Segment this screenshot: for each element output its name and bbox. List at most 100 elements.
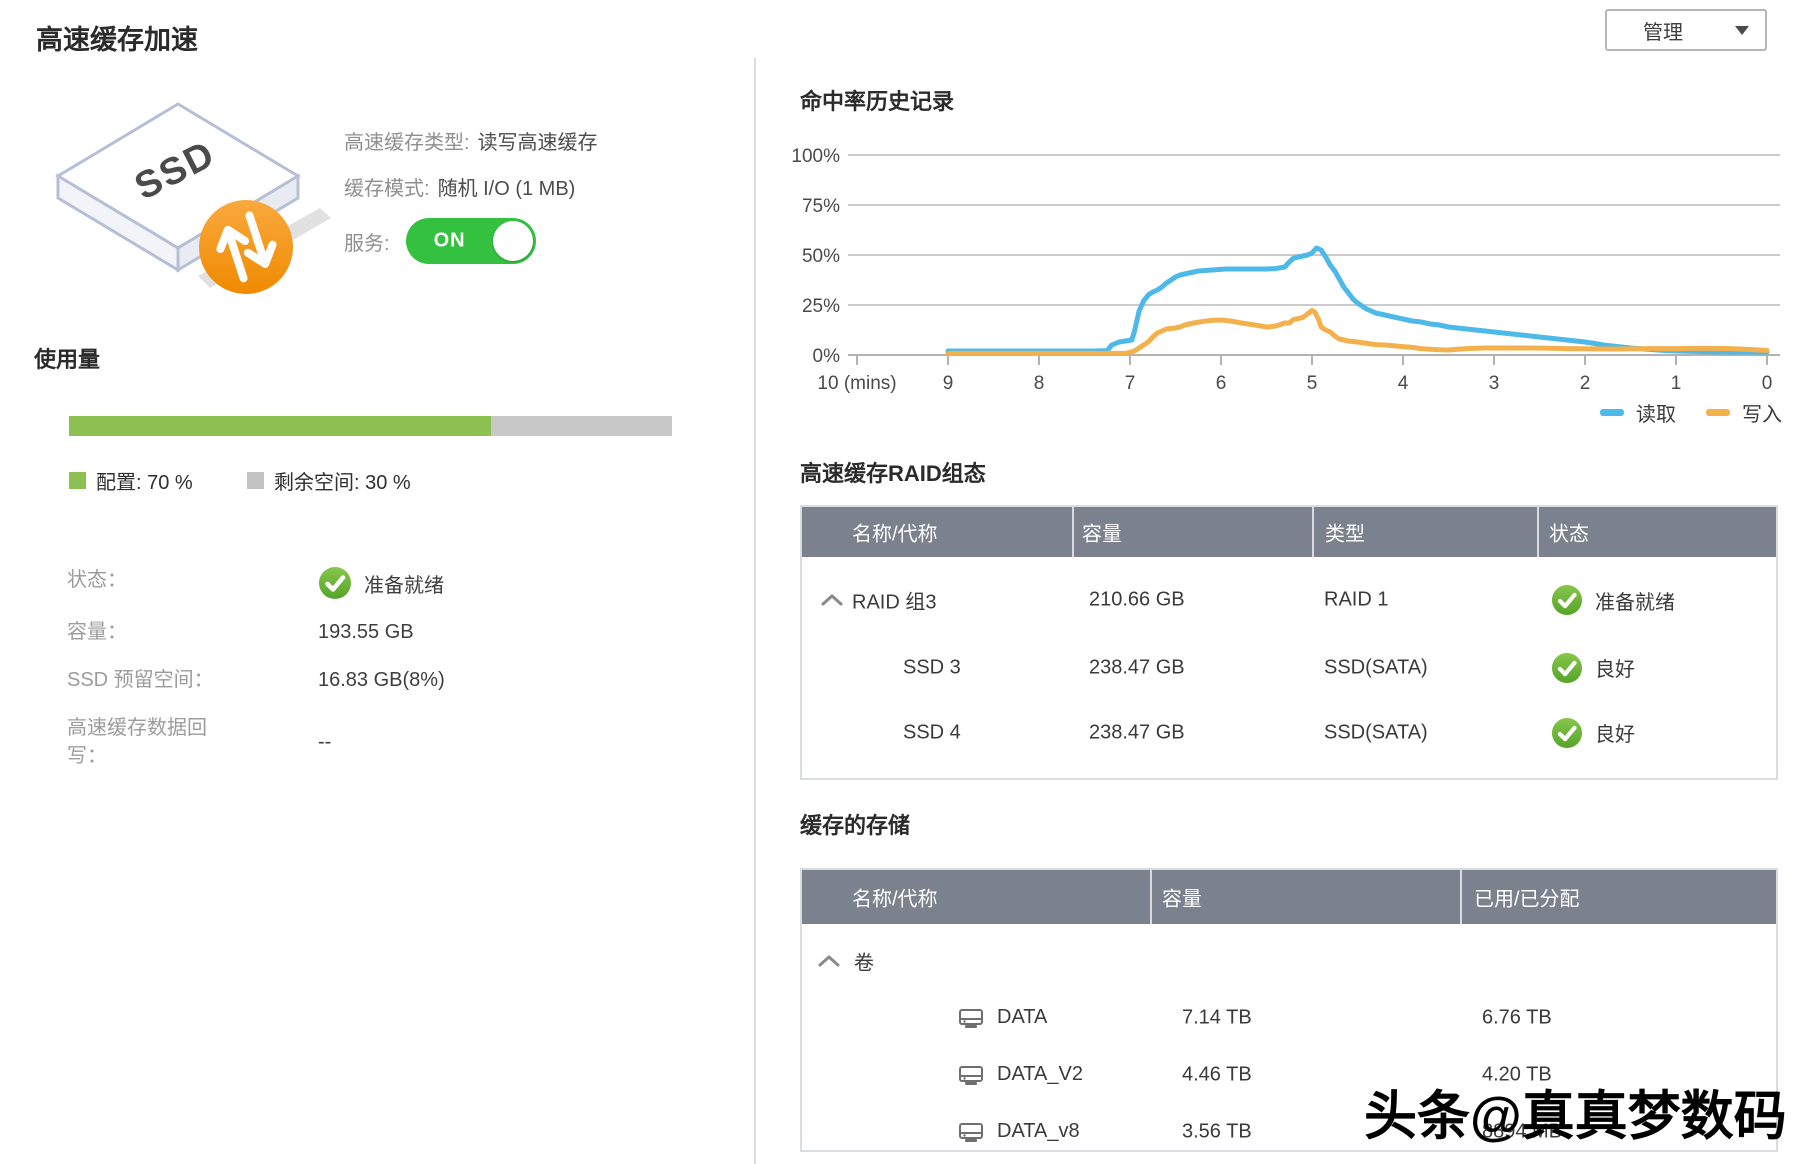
raid-section-title: 高速缓存RAID组态 [800,456,986,488]
header-divider [1072,507,1074,557]
volume-drive-icon [957,1006,985,1030]
legend-item: 写入 [1706,398,1782,427]
service-row: 服务: ON [344,218,536,264]
detail-label: 容量： [67,618,245,646]
x-axis-tick-label: 7 [1125,373,1136,394]
x-axis-tick-label: 0 [1762,373,1773,394]
table-row[interactable]: RAID 组3 210.66 GB RAID 1 准备就绪 [802,565,1776,635]
manage-button-label: 管理 [1643,16,1683,45]
detail-value-text: -- [318,731,331,754]
x-axis-tick-label: 1 [1671,373,1682,394]
caret-down-icon [1735,26,1749,35]
detail-row: SSD 预留空间：16.83 GB(8%) [67,666,445,694]
watermark-text: 头条@真真梦数码 [1364,1074,1787,1150]
legend-label: 写入 [1742,398,1782,427]
raid-capacity-cell: 238.47 GB [1089,721,1185,744]
table-row[interactable]: 卷 [802,932,1776,989]
column-header: 类型 [1325,518,1365,547]
x-axis-tick-label: 8 [1034,373,1045,394]
cache-mode-row: 缓存模式:随机 I/O (1 MB) [344,172,575,201]
raid-name-cell: SSD 3 [903,656,961,679]
series-line-写入 [948,310,1767,353]
detail-row: 容量： 193.55 GB [67,618,414,646]
raid-status-cell: 准备就绪 [1551,584,1675,616]
service-label: 服务: [344,227,390,256]
chart-title: 命中率历史记录 [800,84,954,116]
cache-acceleration-page: 高速缓存加速 管理 SSD 高速缓存类型:读写高速缓存 [0,0,1795,1164]
raid-type-cell: RAID 1 [1324,589,1388,612]
usage-section-title: 使用量 [34,342,100,374]
cache-type-value: 读写高速缓存 [478,132,598,154]
series-line-读取 [948,248,1767,352]
usage-progress-bar [69,416,672,436]
detail-row: 状态：准备就绪 [67,566,444,600]
table-row[interactable]: SSD 3238.47 GBSSD(SATA)良好 [802,635,1776,700]
detail-label: 高速缓存数据回写： [67,714,245,770]
configured-color-swatch [69,472,86,489]
volume-name-cell: DATA_V2 [957,1063,1083,1087]
legend-item: 读取 [1600,398,1676,427]
detail-value-text: 193.55 GB [318,621,414,644]
toggle-knob[interactable] [493,221,533,261]
detail-value-text: 准备就绪 [364,569,444,598]
row-expander[interactable] [817,954,841,968]
x-axis-tick-label: 6 [1216,373,1227,394]
raid-capacity-cell: 238.47 GB [1089,656,1185,679]
x-axis-tick-label: 9 [943,373,954,394]
group-name-cell: 卷 [854,946,874,975]
page-title: 高速缓存加速 [36,18,198,57]
y-axis-tick-label: 75% [802,196,840,217]
y-axis-tick-label: 0% [813,346,841,367]
chevron-up-icon[interactable] [817,954,841,968]
raid-name-cell: RAID 组3 [852,586,936,615]
column-header: 名称/代称 [852,518,938,547]
raid-capacity-cell: 210.66 GB [1089,589,1185,612]
legend-color-dash [1600,409,1624,416]
chart-legend: 读取 写入 [1420,398,1782,427]
chevron-up-icon[interactable] [820,593,844,607]
x-axis-tick-label: 3 [1489,373,1500,394]
ssd-cache-icon: SSD [28,90,338,305]
volume-capacity-cell: 7.14 TB [1182,1006,1252,1029]
row-expander[interactable] [820,593,844,607]
volume-name-text: DATA_V2 [997,1063,1083,1086]
legend-label: 读取 [1636,398,1676,427]
check-icon [1551,584,1583,616]
x-axis-tick-label: 10 (mins) [817,373,896,394]
column-header: 容量 [1082,518,1122,547]
header-divider [1150,870,1152,924]
raid-status-cell: 良好 [1551,652,1635,684]
panel-divider [754,58,756,1164]
y-axis-tick-label: 50% [802,246,840,267]
volume-name-text: DATA_v8 [997,1120,1080,1143]
volume-name-cell: DATA [957,1006,1047,1030]
raid-type-cell: SSD(SATA) [1324,721,1428,744]
usage-legend-configured: 配置: 70 % [69,466,193,495]
column-header: 名称/代称 [852,883,938,912]
volume-drive-icon [957,1063,985,1087]
volume-capacity-cell: 4.46 TB [1182,1063,1252,1086]
detail-value: 准备就绪 [318,566,444,600]
column-header: 容量 [1162,883,1202,912]
raid-name-cell: SSD 4 [903,721,961,744]
raid-status-text: 良好 [1595,653,1635,682]
detail-value: 16.83 GB(8%) [318,666,445,694]
raid-status-text: 良好 [1595,718,1635,747]
cached-storage-section-title: 缓存的存储 [800,808,910,840]
volume-name-text: DATA [997,1006,1047,1029]
detail-row: 高速缓存数据回写： -- [67,714,331,770]
service-toggle[interactable]: ON [406,218,536,264]
detail-value-text: 16.83 GB(8%) [318,669,445,692]
column-header: 状态 [1549,518,1589,547]
table-row[interactable]: DATA7.14 TB6.76 TB [802,989,1776,1046]
table-row[interactable]: SSD 4 238.47 GB SSD(SATA) 良好 [802,700,1776,765]
detail-value: -- [318,714,331,770]
raid-status-text: 准备就绪 [1595,586,1675,615]
check-icon [1551,652,1583,684]
x-axis-tick-label: 4 [1398,373,1409,394]
cache-mode-label: 缓存模式: [344,178,430,200]
raid-status-cell: 良好 [1551,717,1635,749]
manage-dropdown-button[interactable]: 管理 [1605,9,1767,51]
volume-name-cell: DATA_v8 [957,1120,1080,1144]
raid-table: 名称/代称 容量 类型 状态 RAID 组3 210.66 GB RAID 1 准备就绪 SSD… [800,505,1778,780]
